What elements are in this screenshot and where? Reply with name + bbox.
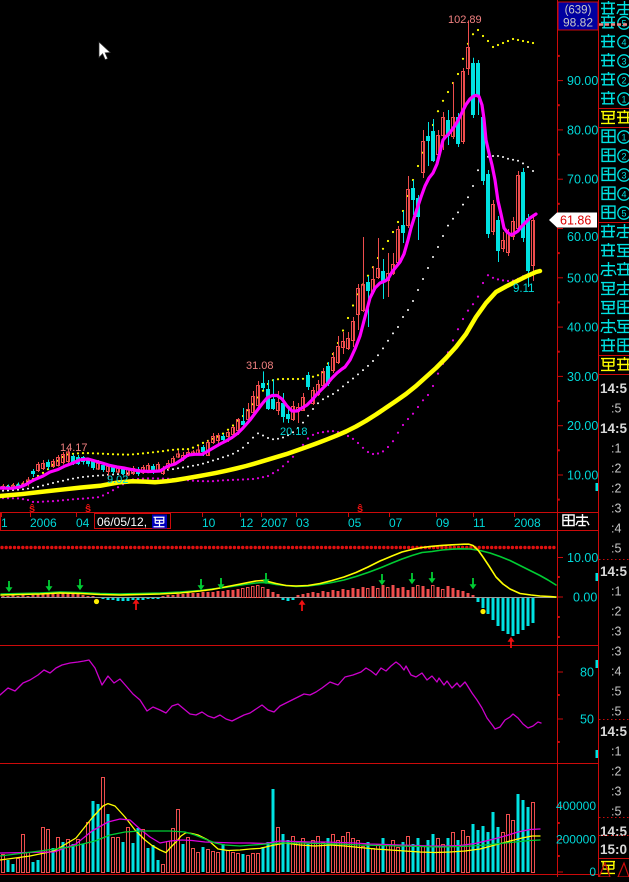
svg-text:102.89: 102.89 [448,14,482,26]
svg-text:07: 07 [389,516,403,530]
svg-text:14:5: 14:5 [600,421,628,436]
svg-text:2008: 2008 [514,516,541,530]
svg-text:ŝ: ŝ [85,503,91,515]
svg-text:1: 1 [621,95,626,105]
svg-text:10.00: 10.00 [567,551,598,565]
svg-text:14:5: 14:5 [600,724,628,739]
svg-text:2007: 2007 [261,516,288,530]
svg-text::2: :2 [611,462,621,476]
svg-text:10: 10 [202,516,216,530]
svg-text:3: 3 [621,57,626,67]
svg-text:14:5: 14:5 [600,824,628,839]
svg-text:03: 03 [296,516,310,530]
svg-text:05: 05 [348,516,362,530]
svg-text:1: 1 [621,133,626,143]
svg-text::5: :5 [611,805,621,819]
svg-text:9.02: 9.02 [107,474,128,486]
svg-text::2: :2 [611,605,621,619]
svg-text:90.00: 90.00 [567,74,598,88]
svg-text:80: 80 [580,666,594,680]
svg-text:50: 50 [580,713,594,727]
svg-text::3: :3 [611,502,621,516]
svg-text::2: :2 [611,765,621,779]
svg-text::3: :3 [611,785,621,799]
svg-text::5: :5 [611,402,621,416]
svg-text::3: :3 [611,645,621,659]
svg-text:20.00: 20.00 [567,419,598,433]
svg-text:5: 5 [621,209,626,219]
svg-text:2006: 2006 [30,516,57,530]
svg-text:14:5: 14:5 [600,564,628,579]
svg-text::5: :5 [611,705,621,719]
svg-text:20.18: 20.18 [280,426,308,438]
svg-text:40.00: 40.00 [567,321,598,335]
svg-text::4: :4 [611,665,621,679]
svg-text:2: 2 [621,152,626,162]
svg-text::2: :2 [611,482,621,496]
svg-text:60.00: 60.00 [567,230,598,244]
svg-text:15:0: 15:0 [600,842,627,857]
svg-text:30.00: 30.00 [567,370,598,384]
svg-text::1: :1 [611,745,621,759]
svg-text:06/05/12,: 06/05/12, [97,515,147,529]
svg-text:2: 2 [621,76,626,86]
svg-text:04: 04 [76,516,90,530]
svg-text:4: 4 [621,38,626,48]
svg-text:70.00: 70.00 [567,173,598,187]
svg-text:31.08: 31.08 [246,360,274,372]
svg-text::5: :5 [611,685,621,699]
svg-text:09: 09 [436,516,450,530]
svg-text::4: :4 [611,522,621,536]
svg-text:0.00: 0.00 [573,591,597,605]
svg-text:80.00: 80.00 [567,123,598,137]
svg-text:1: 1 [1,516,8,530]
svg-text:ŝ: ŝ [357,503,363,515]
svg-text:50.00: 50.00 [567,271,598,285]
svg-text::1: :1 [611,585,621,599]
svg-text:98.82: 98.82 [563,16,593,30]
svg-text::5: :5 [611,542,621,556]
svg-text:4: 4 [621,190,626,200]
svg-text:200000: 200000 [556,833,596,847]
svg-text:61.86: 61.86 [560,214,591,228]
svg-text:11: 11 [473,516,486,530]
svg-text:ŝ: ŝ [29,503,35,515]
svg-text:0: 0 [589,865,596,877]
svg-text:3: 3 [621,171,626,181]
svg-text:9.11: 9.11 [513,283,535,295]
svg-text:14:5: 14:5 [600,381,628,396]
svg-text:400000: 400000 [556,799,596,813]
svg-text:12: 12 [240,516,254,530]
svg-text:10.00: 10.00 [567,469,598,483]
svg-text::3: :3 [611,625,621,639]
svg-text:14.17: 14.17 [60,442,88,454]
svg-text::1: :1 [611,442,621,456]
